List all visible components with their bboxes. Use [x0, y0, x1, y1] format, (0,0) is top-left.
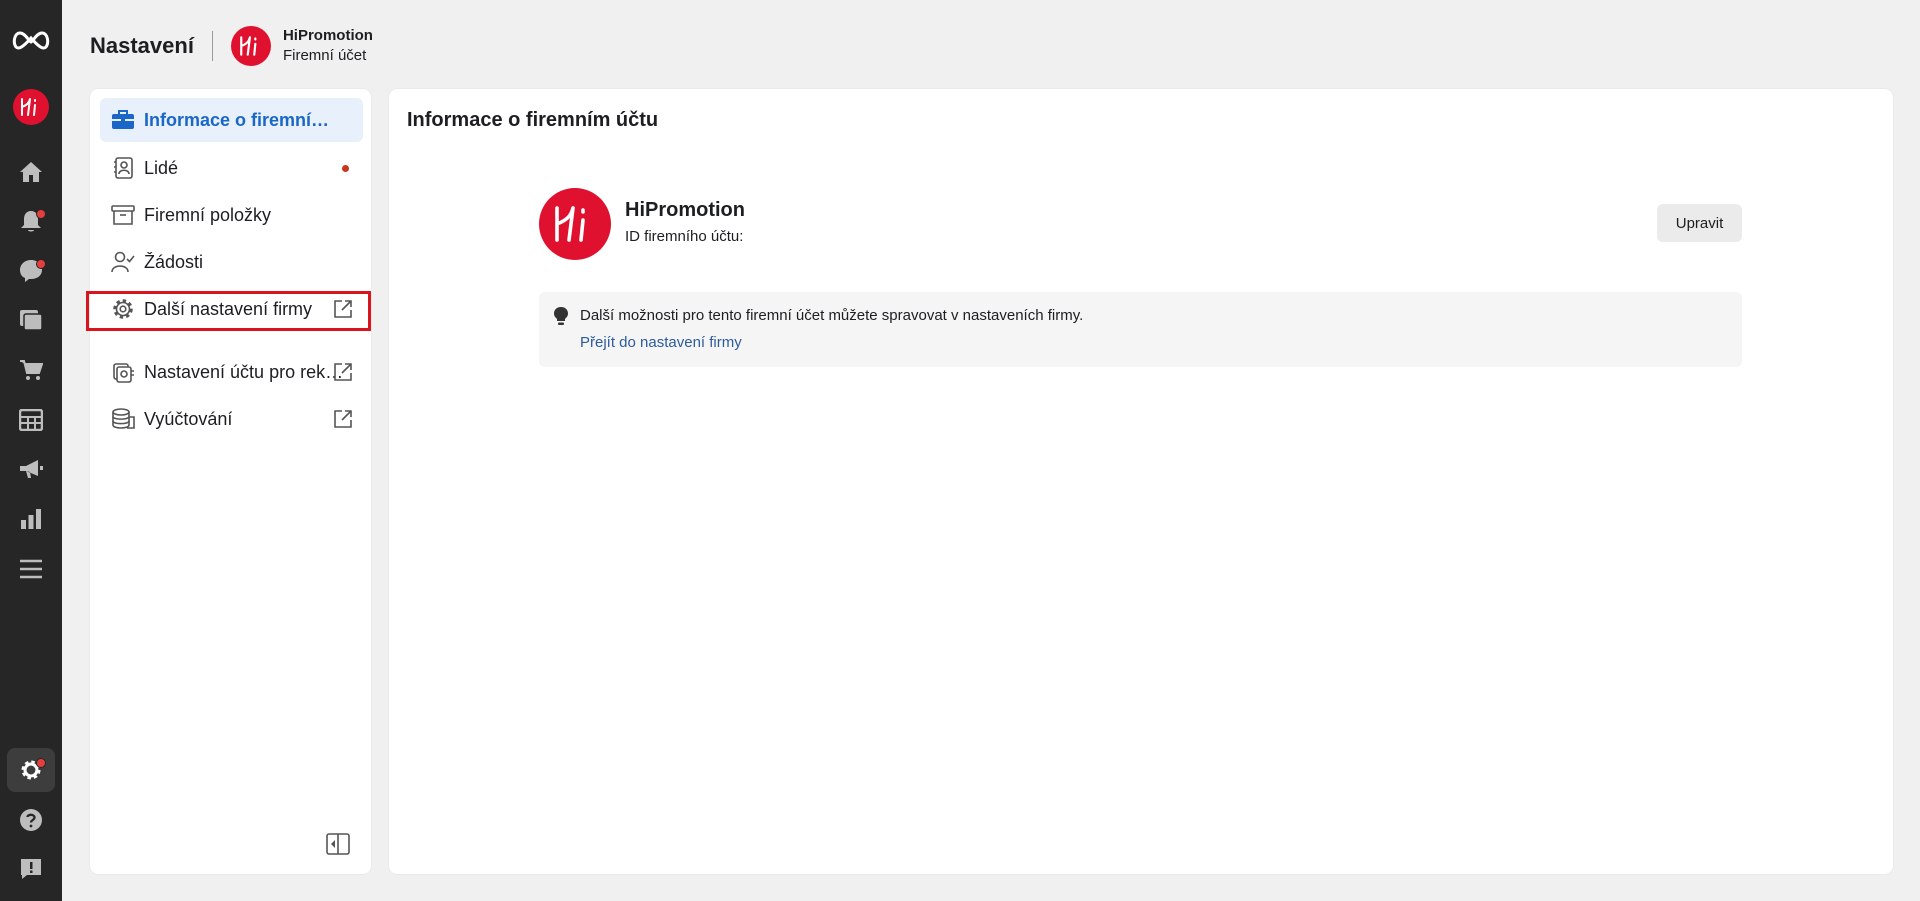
insights-icon[interactable]	[7, 497, 55, 541]
info-text: Další možnosti pro tento firemní účet mů…	[580, 307, 1084, 324]
menu-icon[interactable]	[7, 547, 55, 591]
highlight-annotation	[86, 291, 371, 331]
person-check-icon	[110, 249, 136, 275]
header-divider	[211, 31, 213, 61]
settings-sidebar: Informace o firemním účtu Lidé Firemní p…	[90, 89, 371, 874]
business-name: HiPromotion	[625, 199, 745, 221]
settings-icon[interactable]	[7, 748, 55, 792]
people-icon	[110, 155, 136, 181]
table-icon[interactable]	[7, 398, 55, 442]
header-business-name: HiPromotion	[282, 27, 373, 44]
business-switcher[interactable]: HiPromotion Firemní účet	[283, 26, 373, 66]
sidebar-item-people[interactable]: Lidé	[100, 146, 363, 190]
page-title: Nastavení	[90, 33, 194, 58]
business-id-label: ID firemního účtu:	[625, 228, 744, 245]
section-title: Informace o firemním účtu	[407, 109, 659, 131]
page-header: Nastavení HiPromotion Firemní účet	[90, 26, 373, 66]
avatar	[13, 89, 49, 125]
sidebar-item-label: Nastavení účtu pro reklamy	[144, 361, 344, 382]
meta-logo-icon[interactable]	[7, 18, 55, 62]
ad-account-icon	[110, 359, 136, 385]
home-icon[interactable]	[7, 150, 55, 194]
notification-badge	[342, 165, 349, 172]
feedback-icon[interactable]	[7, 847, 55, 891]
left-rail	[0, 0, 62, 901]
sidebar-item-business-assets[interactable]: Firemní položky	[100, 193, 363, 237]
sidebar-item-label: Lidé	[144, 157, 179, 178]
sidebar-item-billing[interactable]: Vyúčtování	[100, 397, 363, 441]
notifications-icon[interactable]	[7, 199, 55, 243]
sidebar-item-label: Vyúčtování	[144, 408, 233, 429]
sidebar-item-requests[interactable]: Žádosti	[100, 240, 363, 284]
lightbulb-icon	[553, 306, 569, 326]
sidebar-item-label: Žádosti	[144, 251, 204, 272]
archive-icon	[110, 202, 136, 228]
briefcase-icon	[110, 107, 136, 133]
info-notice: Další možnosti pro tento firemní účet mů…	[539, 292, 1742, 367]
business-avatar[interactable]	[7, 85, 55, 129]
shop-icon[interactable]	[7, 348, 55, 392]
messages-icon[interactable]	[7, 249, 55, 293]
edit-button[interactable]: Upravit	[1657, 204, 1742, 242]
go-to-business-settings-link[interactable]: Přejít do nastavení firmy	[580, 334, 742, 351]
billing-icon	[110, 406, 136, 432]
help-icon[interactable]	[7, 798, 55, 842]
pages-icon[interactable]	[7, 298, 55, 342]
sidebar-item-ad-account-settings[interactable]: Nastavení účtu pro reklamy	[100, 350, 363, 394]
sidebar-item-label: Firemní položky	[144, 204, 272, 225]
sidebar-item-business-info[interactable]: Informace o firemním účtu	[100, 98, 363, 142]
sidebar-item-label: Informace o firemním účtu	[144, 109, 344, 130]
ads-icon[interactable]	[7, 447, 55, 491]
header-avatar[interactable]	[230, 26, 271, 66]
collapse-sidebar-icon[interactable]	[326, 833, 350, 855]
main-panel: Informace o firemním účtu HiPromotion ID…	[389, 89, 1893, 874]
external-link-icon	[333, 409, 353, 429]
external-link-icon	[333, 362, 353, 382]
business-avatar	[539, 188, 611, 260]
header-business-type: Firemní účet	[282, 47, 367, 64]
